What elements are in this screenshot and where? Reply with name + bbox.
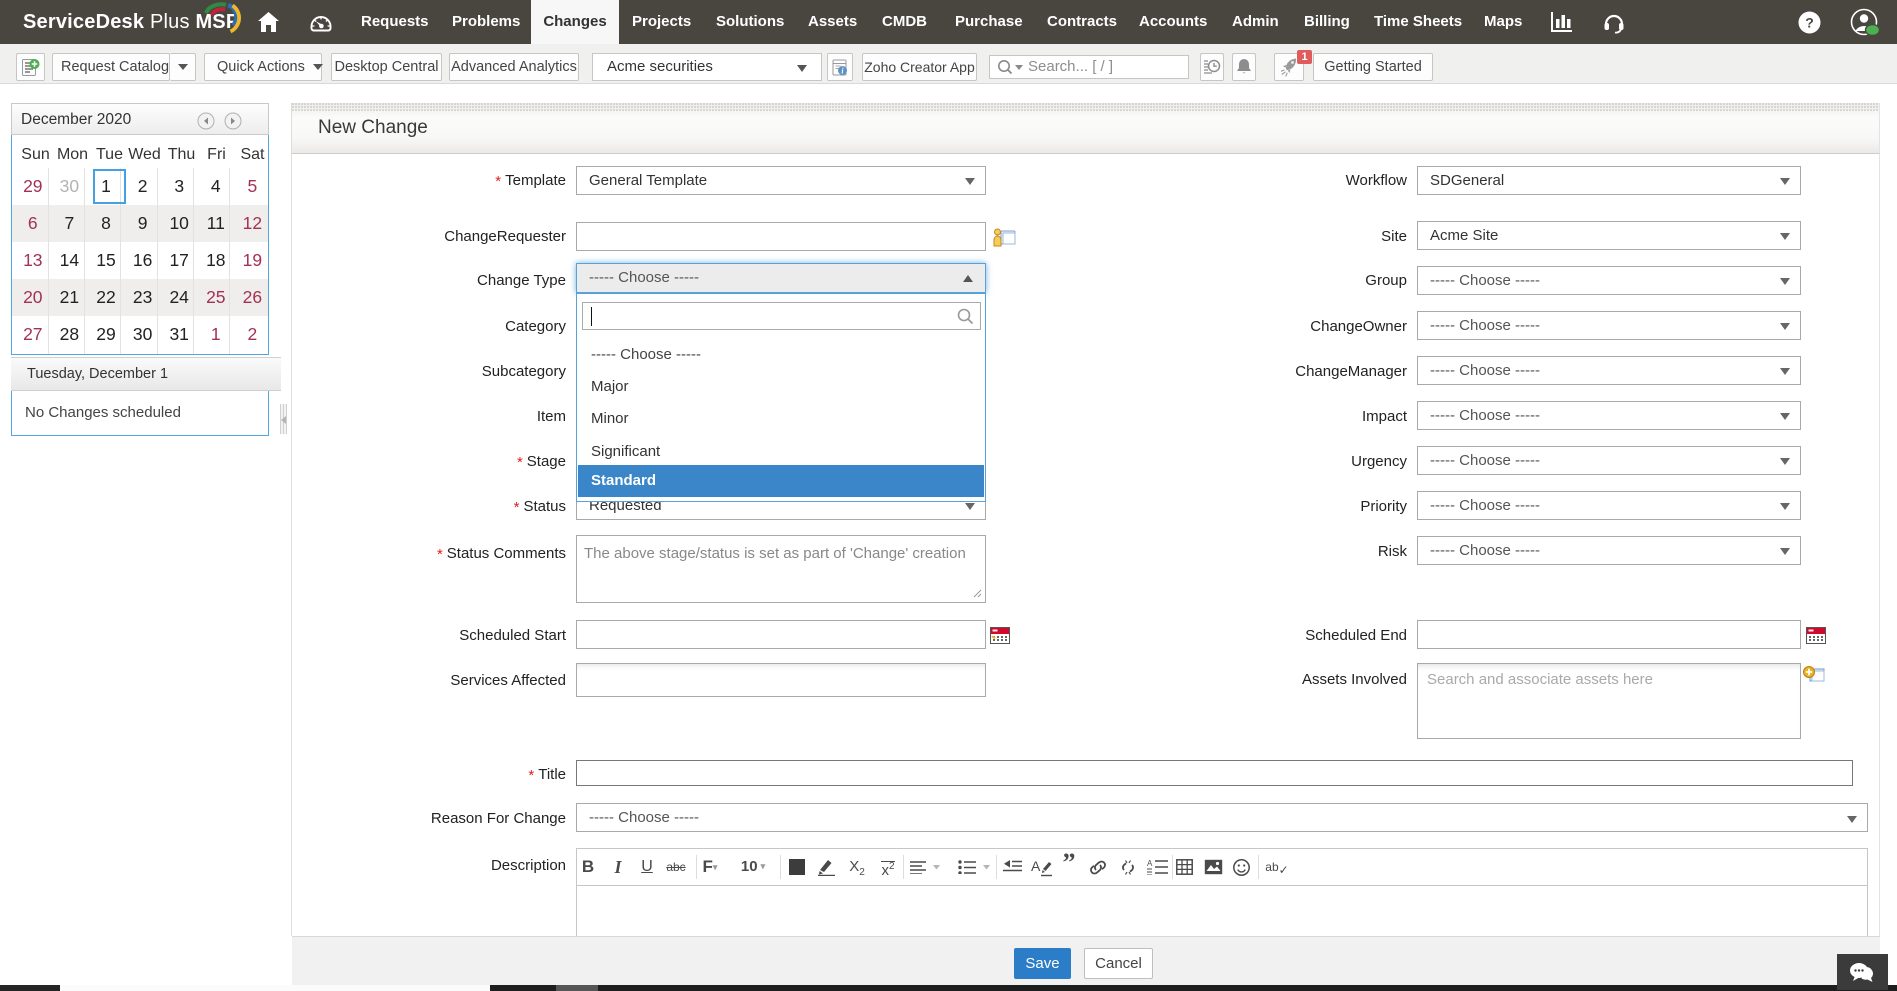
- svg-text:A: A: [1031, 858, 1041, 874]
- svg-text:?: ?: [1805, 15, 1814, 31]
- svg-text:A: A: [1147, 859, 1153, 868]
